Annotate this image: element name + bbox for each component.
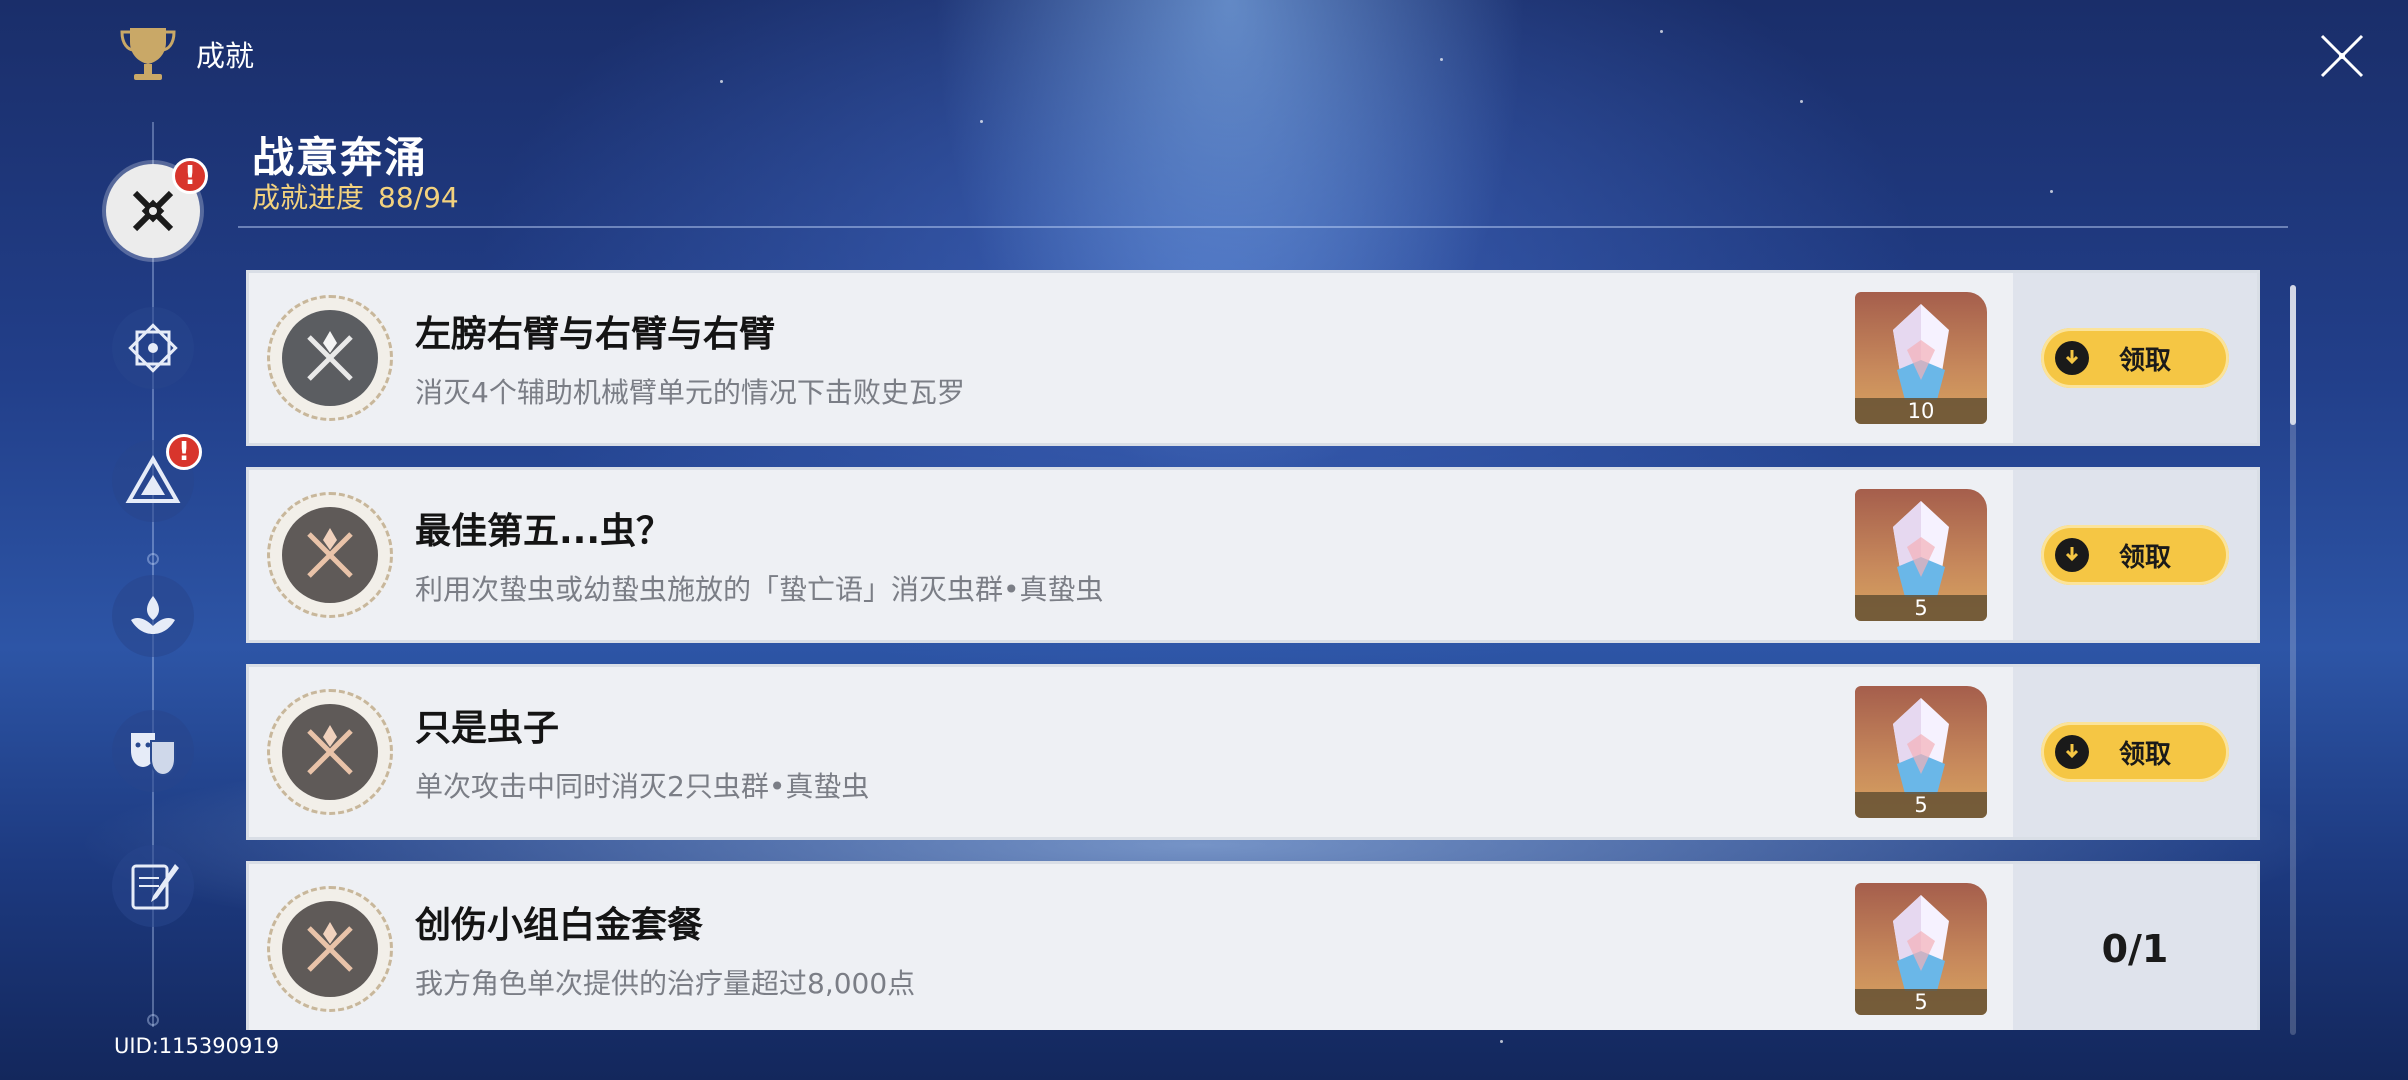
claim-button[interactable]: 领取	[2041, 722, 2229, 782]
achievement-desc: 消灭4个辅助机械臂单元的情况下击败史瓦罗	[415, 376, 965, 409]
achievement-name: 只是虫子	[415, 708, 560, 749]
achievement-card: 只是虫子 单次攻击中同时消灭2只虫群•真蛰虫 5 领取	[246, 664, 2260, 840]
alert-badge: !	[166, 434, 202, 470]
divider	[238, 226, 2288, 228]
achievement-desc: 我方角色单次提供的治疗量超过8,000点	[415, 967, 916, 1000]
crossed-axes-icon	[307, 922, 353, 972]
claim-label: 领取	[2119, 345, 2172, 376]
reward-quantity: 10	[1855, 398, 1987, 424]
claim-label: 领取	[2119, 542, 2172, 573]
sidebar-item-4[interactable]	[112, 575, 194, 657]
reward-quantity: 5	[1855, 792, 1987, 818]
action-area: 领取	[2013, 667, 2257, 837]
achievement-card: 最佳第五...虫？ 利用次蛰虫或幼蛰虫施放的「蛰亡语」消灭虫群•真蛰虫 5 领取	[246, 467, 2260, 643]
achievement-desc: 单次攻击中同时消灭2只虫群•真蛰虫	[415, 770, 870, 803]
reward-item[interactable]: 10	[1855, 292, 1987, 424]
reward-item[interactable]: 5	[1855, 883, 1987, 1015]
crossed-axes-icon	[307, 528, 353, 578]
reward-quantity: 5	[1855, 989, 1987, 1015]
reward-quantity: 5	[1855, 595, 1987, 621]
achievement-badge	[267, 689, 393, 815]
action-area: 领取	[2013, 273, 2257, 443]
achievement-badge	[267, 886, 393, 1012]
sidebar-item-2[interactable]	[112, 307, 194, 389]
achievement-name: 创伤小组白金套餐	[415, 905, 704, 946]
action-area: 0/1	[2013, 864, 2257, 1030]
claim-label: 领取	[2119, 739, 2172, 770]
geometric-frame-icon	[128, 323, 178, 373]
sidebar-node	[147, 1014, 159, 1026]
cloud-lotus-icon	[131, 596, 175, 634]
crystal-icon	[1893, 501, 1949, 597]
alert-badge: !	[172, 158, 208, 194]
user-uid: UID:115390919	[114, 1034, 280, 1058]
achievement-list[interactable]: 左膀右臂与右臂与右臂 消灭4个辅助机械臂单元的情况下击败史瓦罗 10 领取 最佳…	[246, 270, 2260, 1030]
theatre-masks-icon	[131, 733, 176, 777]
achievement-badge	[267, 492, 393, 618]
trophy-icon	[120, 28, 176, 80]
download-arrow-icon	[2055, 538, 2089, 572]
scrollbar-thumb[interactable]	[2290, 285, 2296, 425]
reward-item[interactable]: 5	[1855, 489, 1987, 621]
achievement-name: 最佳第五...虫？	[415, 511, 673, 552]
sidebar-item-6[interactable]	[112, 845, 194, 927]
scrollbar[interactable]	[2290, 285, 2296, 1035]
battle-crossed-swords-icon	[132, 190, 174, 232]
sidebar-item-battle[interactable]: !	[106, 158, 208, 258]
download-arrow-icon	[2055, 735, 2089, 769]
achievement-card: 创伤小组白金套餐 我方角色单次提供的治疗量超过8,000点 5 0/1	[246, 861, 2260, 1030]
close-icon[interactable]	[2316, 30, 2368, 82]
crystal-icon	[1893, 698, 1949, 794]
achievement-desc: 利用次蛰虫或幼蛰虫施放的「蛰亡语」消灭虫群•真蛰虫	[415, 573, 1104, 606]
top-header: 成就	[120, 24, 254, 84]
achievement-card: 左膀右臂与右臂与右臂 消灭4个辅助机械臂单元的情况下击败史瓦罗 10 领取	[246, 270, 2260, 446]
category-progress: 成就进度 88/94	[252, 176, 459, 216]
sidebar-node	[147, 553, 159, 565]
sidebar-item-5[interactable]	[112, 710, 194, 792]
notebook-quill-icon	[131, 864, 179, 910]
page-title: 成就	[196, 39, 255, 73]
crossed-axes-icon	[307, 725, 353, 775]
progress-value: 88/94	[378, 181, 459, 214]
achievement-badge	[267, 295, 393, 421]
crossed-axes-icon	[307, 331, 353, 381]
claim-button[interactable]: 领取	[2041, 525, 2229, 585]
download-arrow-icon	[2055, 341, 2089, 375]
crystal-icon	[1893, 895, 1949, 991]
reward-item[interactable]: 5	[1855, 686, 1987, 818]
action-area: 领取	[2013, 470, 2257, 640]
claim-button[interactable]: 领取	[2041, 328, 2229, 388]
crystal-icon	[1893, 304, 1949, 400]
achievement-name: 左膀右臂与右臂与右臂	[415, 314, 776, 355]
achievement-progress: 0/1	[2101, 927, 2169, 971]
sidebar-item-3[interactable]: !	[112, 434, 202, 522]
progress-label: 成就进度	[252, 181, 365, 214]
